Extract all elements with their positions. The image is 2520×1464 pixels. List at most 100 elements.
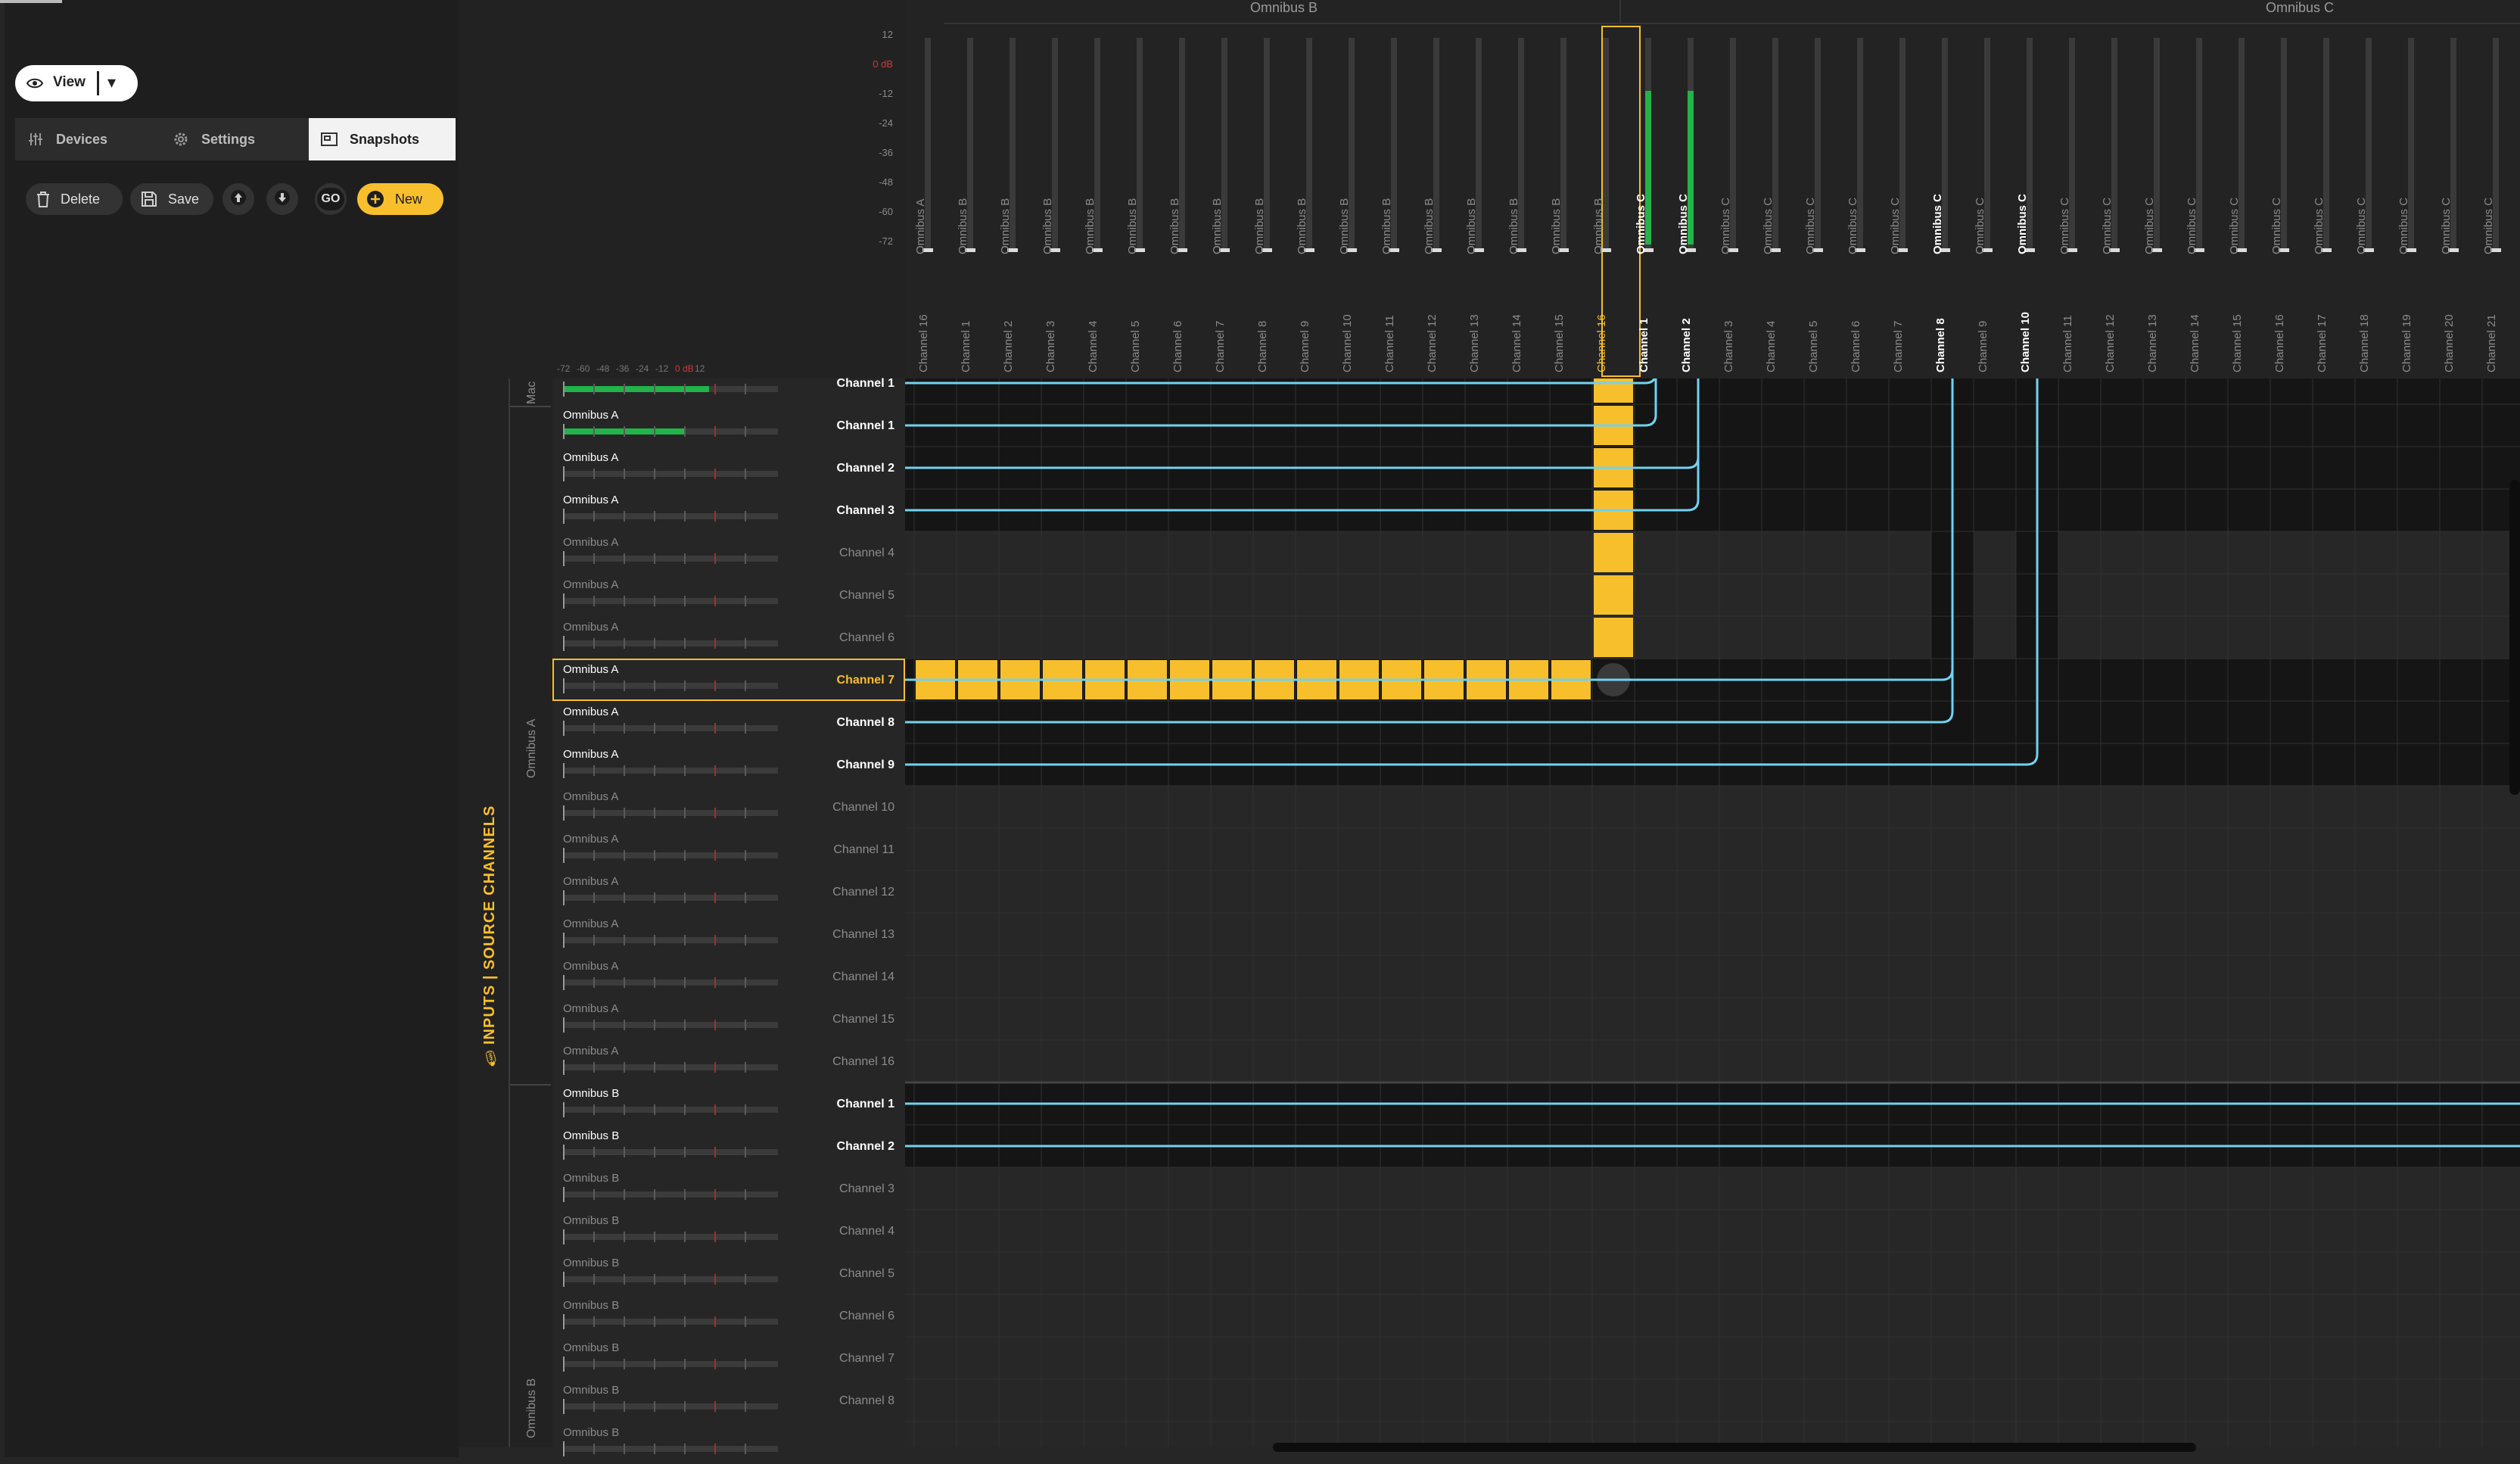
input-row[interactable]: Omnibus A Channel 4 <box>552 531 905 574</box>
output-channel-label[interactable]: Channel 1 <box>1638 318 1650 372</box>
input-row[interactable]: Omnibus A Channel 11 <box>552 828 905 871</box>
output-channel-label[interactable]: Channel 7 <box>1214 321 1227 372</box>
view-button[interactable]: View ▾ <box>15 65 138 101</box>
output-channel-label[interactable]: Channel 12 <box>2104 314 2117 372</box>
output-bus-label: Omnibus C <box>2228 197 2241 254</box>
bus-divider <box>1619 0 1621 24</box>
group-divider <box>509 1084 551 1086</box>
input-level-meter <box>563 848 778 863</box>
output-channel-label[interactable]: Channel 8 <box>1256 321 1269 372</box>
output-channel-label[interactable]: Channel 16 <box>2273 314 2286 372</box>
input-row[interactable]: Omnibus B <box>552 1422 905 1464</box>
output-channel-label[interactable]: Channel 21 <box>2485 314 2498 372</box>
move-up-button[interactable] <box>222 183 254 215</box>
tab-devices[interactable]: Devices <box>15 118 160 160</box>
output-bus-label: Omnibus C <box>2355 197 2368 254</box>
input-row[interactable]: Channel 1 <box>552 362 905 404</box>
output-channel-label[interactable]: Channel 15 <box>2231 314 2244 372</box>
input-channel-label: Channel 4 <box>839 1225 894 1238</box>
output-bus-label: Omnibus B <box>1550 198 1563 254</box>
output-channel-label[interactable]: Channel 9 <box>1299 321 1311 372</box>
input-row[interactable]: Omnibus A Channel 6 <box>552 616 905 659</box>
output-channel-label[interactable]: Channel 4 <box>1087 321 1100 372</box>
output-channel-label[interactable]: Channel 16 <box>1595 314 1608 372</box>
vertical-scrollbar[interactable] <box>2509 480 2520 795</box>
output-channel-label[interactable]: Channel 16 <box>917 314 930 372</box>
output-channel-label[interactable]: Channel 1 <box>960 321 972 372</box>
input-row[interactable]: Omnibus B Channel 8 <box>552 1379 905 1422</box>
input-channel-label: Channel 12 <box>832 886 894 899</box>
output-channel-label[interactable]: Channel 14 <box>2189 314 2201 372</box>
output-channel-label[interactable]: Channel 19 <box>2400 314 2413 372</box>
output-channel-label[interactable]: Channel 7 <box>1892 321 1905 372</box>
input-row[interactable]: Omnibus A Channel 13 <box>552 913 905 955</box>
output-channel-label[interactable]: Channel 4 <box>1765 321 1778 372</box>
input-row[interactable]: Omnibus B Channel 5 <box>552 1252 905 1294</box>
input-row[interactable]: Omnibus A Channel 15 <box>552 998 905 1040</box>
delete-button[interactable]: Delete <box>26 183 123 215</box>
output-channel-label[interactable]: Channel 10 <box>1341 314 1354 372</box>
output-channel-label[interactable]: Channel 11 <box>1383 315 1396 372</box>
output-channel-label[interactable]: Channel 11 <box>2061 315 2074 372</box>
output-channel-label[interactable]: Channel 3 <box>1044 321 1057 372</box>
output-channel-label[interactable]: Channel 9 <box>1977 321 1990 372</box>
input-row[interactable]: Omnibus A Channel 12 <box>552 871 905 913</box>
output-channel-label[interactable]: Channel 2 <box>1680 318 1693 372</box>
input-row[interactable]: Omnibus B Channel 6 <box>552 1294 905 1337</box>
output-channel-label[interactable]: Channel 20 <box>2443 314 2456 372</box>
tab-settings[interactable]: Settings <box>160 118 309 160</box>
output-bus-label: Omnibus B <box>957 198 969 254</box>
output-channel-label[interactable]: Channel 5 <box>1807 321 1820 372</box>
output-channel-label[interactable]: Channel 6 <box>1850 321 1862 372</box>
input-row[interactable]: Omnibus B Channel 4 <box>552 1210 905 1252</box>
input-row[interactable]: Omnibus A Channel 9 <box>552 743 905 786</box>
chevron-down-icon[interactable]: ▾ <box>107 73 116 92</box>
save-button[interactable]: Save <box>130 183 213 215</box>
input-level-meter <box>563 975 778 990</box>
input-row[interactable]: Omnibus A Channel 16 <box>552 1040 905 1082</box>
input-level-meter <box>563 424 778 439</box>
input-row[interactable]: Omnibus A Channel 14 <box>552 955 905 998</box>
output-channel-label[interactable]: Channel 13 <box>2146 314 2159 372</box>
output-channel-label[interactable]: Channel 2 <box>1002 321 1015 372</box>
input-level-meter <box>563 890 778 905</box>
output-channel-label[interactable]: Channel 12 <box>1426 314 1439 372</box>
input-level-meter <box>563 1060 778 1075</box>
go-button[interactable]: GO <box>315 183 347 215</box>
input-level-meter <box>563 678 778 693</box>
input-level-meter <box>563 1441 778 1456</box>
output-channel-label[interactable]: Channel 15 <box>1553 314 1566 372</box>
output-channel-label[interactable]: Channel 17 <box>2316 314 2329 372</box>
horizontal-scrollbar[interactable] <box>1273 1443 2196 1452</box>
input-row[interactable]: Omnibus A Channel 5 <box>552 574 905 616</box>
output-channel-label[interactable]: Channel 18 <box>2358 314 2371 372</box>
output-bus-label: Omnibus B <box>1423 198 1436 254</box>
input-row[interactable]: Omnibus A Channel 1 <box>552 404 905 447</box>
input-row[interactable]: Omnibus B Channel 2 <box>552 1125 905 1167</box>
input-row[interactable]: Omnibus A Channel 7 <box>552 659 905 701</box>
output-channel-label[interactable]: Channel 3 <box>1722 321 1735 372</box>
input-row[interactable]: Omnibus B Channel 3 <box>552 1167 905 1210</box>
output-channel-label[interactable]: Channel 10 <box>2019 312 2032 372</box>
new-snapshot-button[interactable]: New <box>357 183 443 215</box>
output-channel-label[interactable]: Channel 6 <box>1171 321 1184 372</box>
output-channel-label[interactable]: Channel 8 <box>1934 318 1947 372</box>
input-row[interactable]: Omnibus A Channel 8 <box>552 701 905 743</box>
routing-grid[interactable] <box>905 378 2520 1447</box>
input-row[interactable]: Omnibus A Channel 2 <box>552 447 905 489</box>
input-row[interactable]: Omnibus B Channel 7 <box>552 1337 905 1379</box>
output-bus-label: Omnibus C <box>2440 197 2453 254</box>
input-row[interactable]: Omnibus A Channel 10 <box>552 786 905 828</box>
input-row[interactable]: Omnibus B Channel 1 <box>552 1082 905 1125</box>
output-channel-label[interactable]: Channel 5 <box>1129 321 1142 372</box>
group-divider <box>509 406 551 407</box>
output-bus-label: Omnibus B <box>1253 198 1266 254</box>
output-channel-label[interactable]: Channel 14 <box>1510 314 1523 372</box>
routing-matrix[interactable] <box>905 378 2520 1447</box>
input-channel-label: Channel 11 <box>833 843 894 856</box>
output-bus-label: Omnibus C <box>2270 197 2283 254</box>
input-row[interactable]: Omnibus A Channel 3 <box>552 489 905 531</box>
tab-snapshots[interactable]: Snapshots <box>309 118 456 160</box>
move-down-button[interactable] <box>266 183 298 215</box>
output-channel-label[interactable]: Channel 13 <box>1468 314 1481 372</box>
